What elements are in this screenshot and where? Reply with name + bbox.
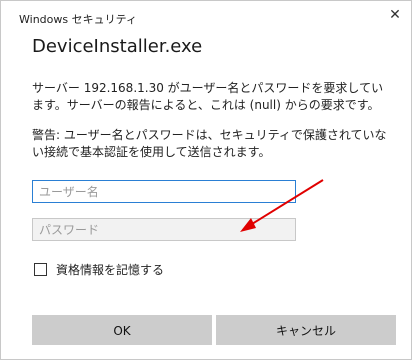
cancel-button[interactable]: キャンセル [216, 315, 396, 345]
request-message: サーバー 192.168.1.30 がユーザー名とパスワードを要求しています。サ… [32, 81, 384, 112]
username-field[interactable] [32, 180, 296, 203]
remember-label: 資格情報を記憶する [56, 263, 165, 277]
remember-credentials[interactable]: 資格情報を記憶する [34, 261, 164, 278]
window-title: Windows セキュリティ [19, 13, 137, 26]
close-icon[interactable]: ✕ [385, 5, 405, 25]
credential-dialog: Windows セキュリティ ✕ DeviceInstaller.exe サーバ… [0, 0, 412, 360]
app-name: DeviceInstaller.exe [32, 36, 203, 57]
warning-message: 警告: ユーザー名とパスワードは、セキュリティで保護されていない接続で基本認証を… [32, 128, 387, 159]
password-field[interactable] [32, 218, 296, 241]
ok-button[interactable]: OK [32, 315, 212, 345]
remember-checkbox[interactable] [34, 263, 47, 276]
